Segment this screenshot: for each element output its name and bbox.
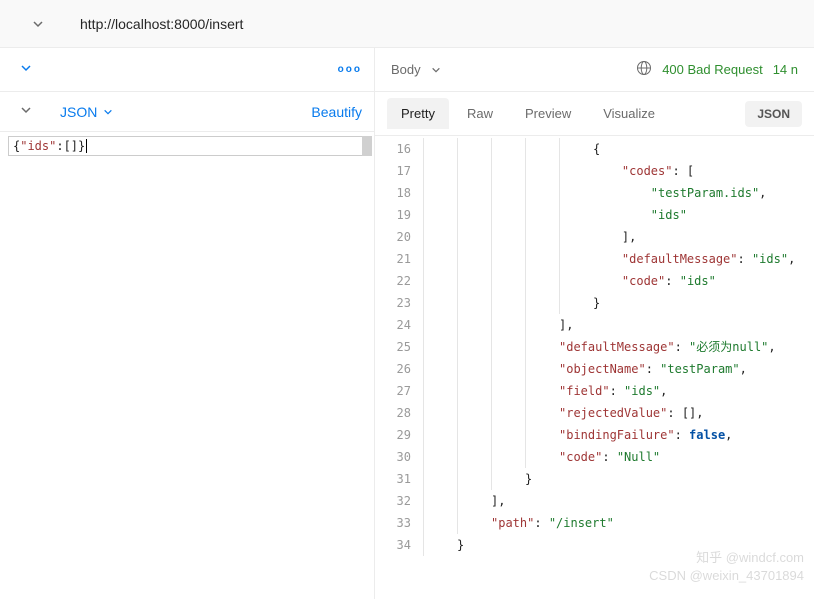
code-line: 23} xyxy=(375,292,814,314)
code-line: 34} xyxy=(375,534,814,556)
line-number: 19 xyxy=(375,204,423,226)
line-number: 25 xyxy=(375,336,423,358)
response-body-dropdown[interactable]: Body xyxy=(391,62,441,77)
code-line: 20 ], xyxy=(375,226,814,248)
chevron-down-icon xyxy=(32,18,44,30)
line-number: 18 xyxy=(375,182,423,204)
line-number: 28 xyxy=(375,402,423,424)
code-line: 32], xyxy=(375,490,814,512)
code-line: 24], xyxy=(375,314,814,336)
code-line: 27"field": "ids", xyxy=(375,380,814,402)
code-line: 21 "defaultMessage": "ids", xyxy=(375,248,814,270)
response-body-label: Body xyxy=(391,62,421,77)
line-number: 34 xyxy=(375,534,423,556)
line-number: 23 xyxy=(375,292,423,314)
request-pane: ooo JSON Beautify {"ids":[]} xyxy=(0,48,375,599)
code-line: 33"path": "/insert" xyxy=(375,512,814,534)
url-bar xyxy=(0,0,814,48)
chevron-down-icon xyxy=(103,107,113,117)
response-pane: Body 400 Bad Request 14 n Pretty Raw Pre… xyxy=(375,48,814,599)
method-dropdown[interactable] xyxy=(8,18,68,30)
language-dropdown[interactable]: JSON xyxy=(60,104,113,120)
code-line: 30"code": "Null" xyxy=(375,446,814,468)
body-type-dropdown[interactable] xyxy=(12,100,40,123)
chevron-down-icon xyxy=(431,65,441,75)
more-options-icon[interactable]: ooo xyxy=(338,64,362,75)
code-line: 22 "code": "ids" xyxy=(375,270,814,292)
response-time: 14 n xyxy=(773,62,798,77)
response-code-view[interactable]: 16{17 "codes": [18 "testParam.ids",19 "i… xyxy=(375,136,814,599)
tab-raw[interactable]: Raw xyxy=(453,98,507,129)
globe-icon[interactable] xyxy=(636,60,652,79)
request-format-row: JSON Beautify xyxy=(0,92,374,132)
code-line: 19 "ids" xyxy=(375,204,814,226)
response-format-dropdown[interactable]: JSON xyxy=(745,101,802,127)
tab-visualize[interactable]: Visualize xyxy=(589,98,669,129)
line-number: 20 xyxy=(375,226,423,248)
code-line: 16{ xyxy=(375,138,814,160)
line-number: 21 xyxy=(375,248,423,270)
code-line: 28"rejectedValue": [], xyxy=(375,402,814,424)
code-line: 18 "testParam.ids", xyxy=(375,182,814,204)
tab-pretty[interactable]: Pretty xyxy=(387,98,449,129)
beautify-button[interactable]: Beautify xyxy=(311,104,362,120)
code-line: 25"defaultMessage": "必须为null", xyxy=(375,336,814,358)
language-label: JSON xyxy=(60,104,97,120)
line-number: 22 xyxy=(375,270,423,292)
line-number: 33 xyxy=(375,512,423,534)
response-view-tabs: Pretty Raw Preview Visualize JSON xyxy=(375,92,814,136)
status-code: 400 Bad Request xyxy=(662,62,763,77)
line-number: 17 xyxy=(375,160,423,182)
line-number: 32 xyxy=(375,490,423,512)
request-tab-dropdown[interactable] xyxy=(12,58,40,81)
chevron-down-icon xyxy=(20,62,32,74)
request-body-editor[interactable]: {"ids":[]} xyxy=(0,132,374,599)
line-number: 30 xyxy=(375,446,423,468)
line-number: 27 xyxy=(375,380,423,402)
line-number: 26 xyxy=(375,358,423,380)
request-tabs-row: ooo xyxy=(0,48,374,92)
line-number: 31 xyxy=(375,468,423,490)
line-number: 16 xyxy=(375,138,423,160)
code-line: 17 "codes": [ xyxy=(375,160,814,182)
tab-preview[interactable]: Preview xyxy=(511,98,585,129)
line-number: 24 xyxy=(375,314,423,336)
url-input[interactable] xyxy=(68,8,806,40)
minimap xyxy=(362,136,372,156)
code-line: 29"bindingFailure": false, xyxy=(375,424,814,446)
code-line: 31} xyxy=(375,468,814,490)
chevron-down-icon xyxy=(20,104,32,116)
response-header-row: Body 400 Bad Request 14 n xyxy=(375,48,814,92)
code-line: 26"objectName": "testParam", xyxy=(375,358,814,380)
line-number: 29 xyxy=(375,424,423,446)
